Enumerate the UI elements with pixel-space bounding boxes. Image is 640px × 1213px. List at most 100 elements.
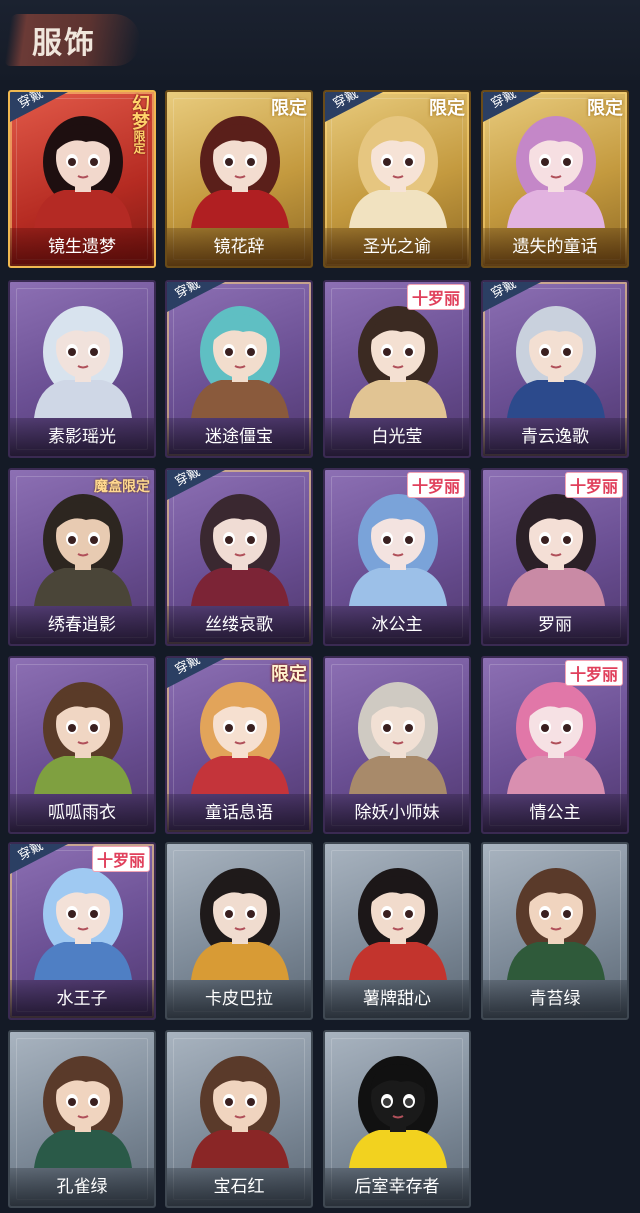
portrait-outfit — [34, 942, 132, 980]
costume-card[interactable]: 卡皮巴拉 — [165, 842, 313, 1020]
costume-card[interactable]: 穿戴 青云逸歌 — [481, 280, 629, 458]
portrait-pupil-left — [383, 536, 391, 544]
costume-card[interactable]: 穿戴 幻梦限定 镜生遗梦 — [8, 90, 156, 268]
portrait-pupil-right — [90, 158, 98, 166]
costume-card[interactable]: 青苔绿 — [481, 842, 629, 1020]
costume-card[interactable]: 呱呱雨衣 — [8, 656, 156, 834]
portrait-outfit — [191, 756, 289, 794]
portrait-outfit — [349, 568, 447, 606]
portrait-outfit — [34, 1130, 132, 1168]
costume-name: 薯牌甜心 — [325, 980, 469, 1018]
portrait-outfit — [34, 756, 132, 794]
costume-name: 迷途僵宝 — [167, 418, 311, 456]
costume-card[interactable]: 穿戴 十罗丽 水王子 — [8, 842, 156, 1020]
portrait-outfit — [34, 380, 132, 418]
character-portrait — [34, 494, 132, 606]
portrait-pupil-left — [225, 158, 233, 166]
costume-card[interactable]: 除妖小师妹 — [323, 656, 471, 834]
portrait-outfit — [349, 756, 447, 794]
portrait-outfit — [349, 380, 447, 418]
portrait-pupil-right — [90, 1098, 98, 1106]
portrait-outfit — [507, 568, 605, 606]
character-portrait — [191, 306, 289, 418]
costume-name: 遗失的童话 — [483, 228, 627, 266]
portrait-outfit — [349, 1130, 447, 1168]
portrait-pupil-right — [247, 724, 255, 732]
dream-badge-sub: 限定 — [132, 130, 146, 154]
costume-card[interactable]: 后室幸存者 — [323, 1030, 471, 1208]
costume-card[interactable]: 十罗丽 冰公主 — [323, 468, 471, 646]
costume-card[interactable]: 穿戴 丝缕哀歌 — [165, 468, 313, 646]
costume-name: 呱呱雨衣 — [10, 794, 154, 832]
costume-card[interactable]: 十罗丽 白光莹 — [323, 280, 471, 458]
portrait-pupil-left — [225, 536, 233, 544]
character-portrait — [507, 306, 605, 418]
costume-name: 圣光之谕 — [325, 228, 469, 266]
portrait-outfit — [34, 568, 132, 606]
costume-card[interactable]: 穿戴 限定 圣光之谕 — [323, 90, 471, 268]
portrait-pupil-left — [541, 348, 549, 356]
portrait-pupil-left — [541, 724, 549, 732]
costume-name: 镜生遗梦 — [10, 228, 154, 266]
costume-card[interactable]: 穿戴 限定 童话息语 — [165, 656, 313, 834]
portrait-pupil-left — [541, 158, 549, 166]
character-portrait — [34, 1056, 132, 1168]
portrait-pupil-left — [383, 158, 391, 166]
costume-card[interactable]: 限定 镜花辞 — [165, 90, 313, 268]
portrait-pupil-right — [563, 910, 571, 918]
portrait-pupil-right — [405, 1098, 413, 1106]
portrait-pupil-left — [225, 1098, 233, 1106]
costume-card[interactable]: 穿戴 限定 遗失的童话 — [481, 90, 629, 268]
portrait-pupil-left — [68, 910, 76, 918]
portrait-pupil-left — [225, 348, 233, 356]
costume-card[interactable]: 孔雀绿 — [8, 1030, 156, 1208]
costume-card[interactable]: 十罗丽 罗丽 — [481, 468, 629, 646]
portrait-pupil-left — [225, 910, 233, 918]
dream-badge-title: 幻梦 — [129, 94, 150, 130]
costume-card[interactable]: 十罗丽 情公主 — [481, 656, 629, 834]
portrait-pupil-right — [247, 536, 255, 544]
costume-name: 丝缕哀歌 — [167, 606, 311, 644]
limited-badge: 限定 — [587, 98, 623, 119]
portrait-outfit — [34, 190, 132, 228]
costume-card[interactable]: 薯牌甜心 — [323, 842, 471, 1020]
character-portrait — [349, 868, 447, 980]
costume-grid: 穿戴 幻梦限定 镜生遗梦 限定 镜花辞 穿戴 限定 圣光之谕 穿戴 限定 遗失的童话 素影瑶光 穿戴 迷途… — [0, 0, 640, 1213]
portrait-outfit — [191, 1130, 289, 1168]
costume-card[interactable]: 素影瑶光 — [8, 280, 156, 458]
costume-name: 罗丽 — [483, 606, 627, 644]
costume-name: 后室幸存者 — [325, 1168, 469, 1206]
portrait-pupil-right — [90, 536, 98, 544]
character-portrait — [34, 682, 132, 794]
character-portrait — [34, 306, 132, 418]
limited-badge: 限定 — [271, 664, 307, 685]
portrait-pupil-left — [68, 536, 76, 544]
portrait-pupil-left — [383, 724, 391, 732]
portrait-pupil-right — [563, 724, 571, 732]
costume-name: 宝石红 — [167, 1168, 311, 1206]
portrait-pupil-right — [563, 348, 571, 356]
costume-name: 孔雀绿 — [10, 1168, 154, 1206]
character-portrait — [191, 682, 289, 794]
character-portrait — [507, 868, 605, 980]
limited-badge: 限定 — [429, 98, 465, 119]
luoli-badge: 十罗丽 — [91, 846, 150, 872]
portrait-outfit — [191, 190, 289, 228]
portrait-pupil-right — [90, 724, 98, 732]
portrait-pupil-left — [383, 348, 391, 356]
luoli-badge: 十罗丽 — [406, 472, 465, 498]
costume-card[interactable]: 穿戴 迷途僵宝 — [165, 280, 313, 458]
character-portrait — [191, 494, 289, 606]
character-portrait — [507, 682, 605, 794]
portrait-outfit — [191, 380, 289, 418]
portrait-pupil-right — [247, 910, 255, 918]
portrait-pupil-right — [90, 910, 98, 918]
dream-limited-badge: 幻梦限定 — [126, 94, 152, 154]
portrait-pupil-left — [68, 348, 76, 356]
portrait-pupil-left — [68, 724, 76, 732]
costume-card[interactable]: 魔盒限定 绣春逍影 — [8, 468, 156, 646]
portrait-outfit — [349, 942, 447, 980]
costume-name: 青苔绿 — [483, 980, 627, 1018]
costume-card[interactable]: 宝石红 — [165, 1030, 313, 1208]
portrait-outfit — [507, 942, 605, 980]
